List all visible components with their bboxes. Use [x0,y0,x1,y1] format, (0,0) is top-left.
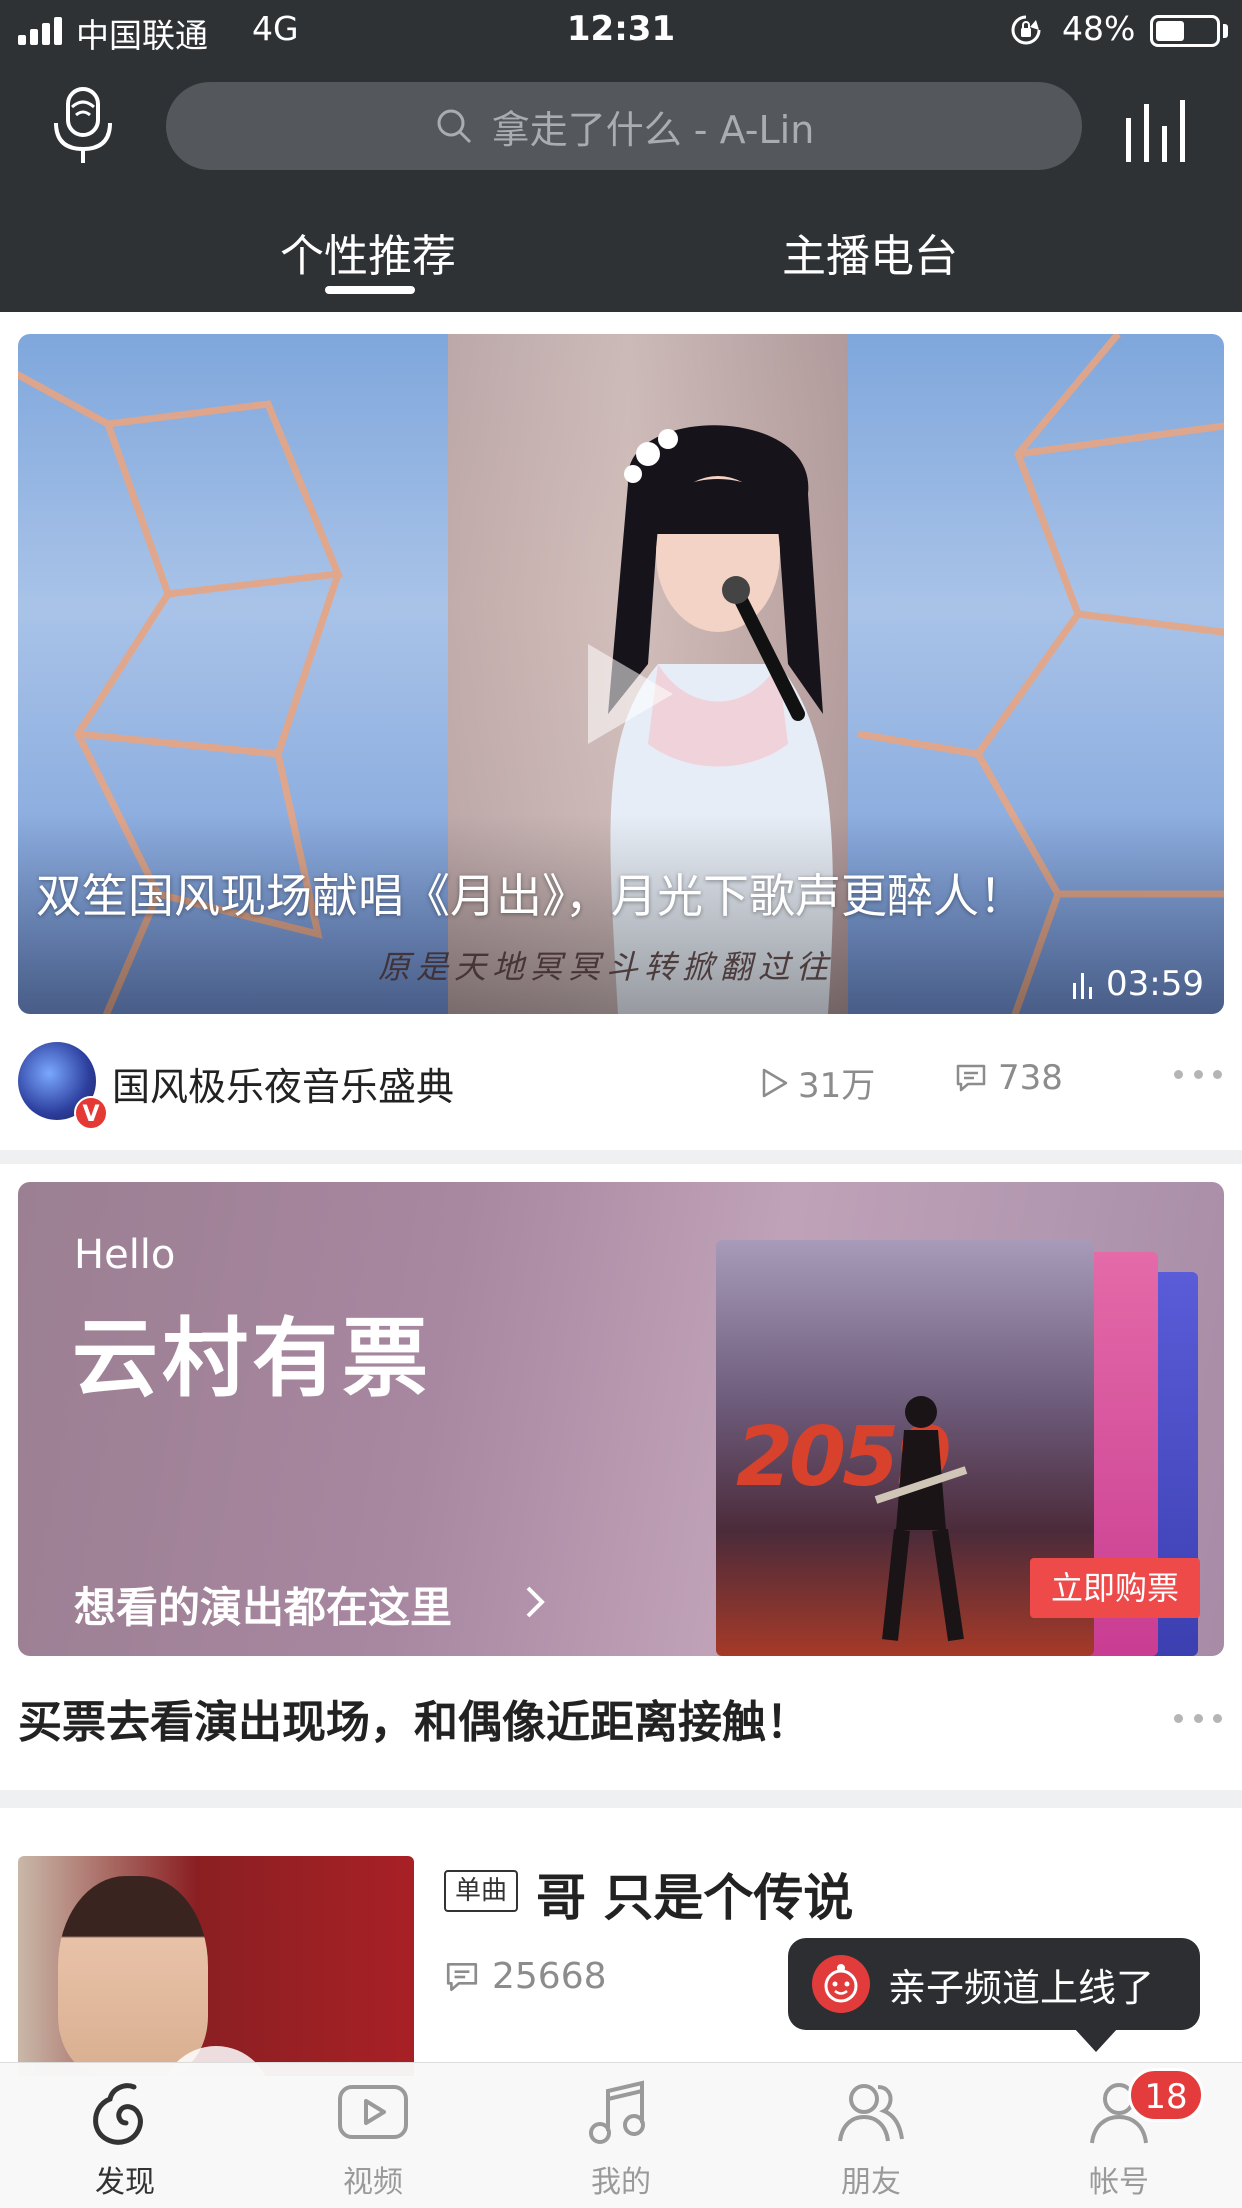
buy-ticket-button[interactable]: 立即购票 [1030,1558,1200,1618]
ticket-card: Hello 云村有票 想看的演出都在这里 2059 立即购票 买票去看演出现场，… [0,1164,1242,1790]
tabbar-label: 帐号 [1089,2165,1149,2200]
top-tabs: 个性推荐 主播电台 [0,212,1242,302]
microphone-icon[interactable] [50,85,116,167]
toast-text: 亲子频道上线了 [888,1965,1155,2010]
video-thumbnail[interactable]: 原是天地冥冥斗转掀翻过往 双笙国风现场献唱《月出》，月光下歌声更醉人！ 03:5… [18,334,1224,1014]
audio-bars-icon [1073,973,1093,999]
song-comment-count[interactable]: 25668 [444,1956,607,1997]
banner-cta[interactable]: 想看的演出都在这里 [74,1574,452,1635]
tabbar-label: 发现 [95,2165,155,2200]
song-title[interactable]: 哥 只是个传说 [536,1858,853,1930]
smile-face-icon [812,1955,870,2013]
account-notification-badge: 18 [1128,2068,1204,2122]
duration-text: 03:59 [1106,964,1204,1004]
tab-active-indicator [325,286,415,294]
toast-pointer [1074,2028,1118,2052]
play-count-icon [762,1068,788,1097]
tabbar-label: 朋友 [841,2165,901,2200]
app-header: 中国联通 4G 12:31 48% 拿走了什么 - A-Lin 个性推荐 主播电… [0,0,1242,312]
play-count-text: 31万 [798,1066,876,1106]
tabbar-mine[interactable]: 我的 [546,2073,696,2201]
comment-icon [956,1064,986,1092]
search-placeholder: 拿走了什么 - A-Lin [491,107,815,152]
tab-recommend[interactable]: 个性推荐 [280,220,456,284]
tabbar-video[interactable]: 视频 [298,2073,448,2201]
single-tag: 单曲 [444,1870,518,1912]
tab-dj-radio[interactable]: 主播电台 [782,220,958,284]
more-options-icon[interactable] [1174,1708,1222,1728]
video-play-icon [338,2085,408,2139]
song-comment-text: 25668 [492,1956,607,1997]
more-options-icon[interactable] [1174,1064,1222,1084]
video-subtitle: 原是天地冥冥斗转掀翻过往 [378,948,835,986]
battery-percent: 48% [1062,9,1136,48]
tabbar-discover[interactable]: 发现 [50,2073,200,2201]
video-meta-row: V 国风极乐夜音乐盛典 31万 738 [0,1034,1242,1134]
battery-icon [1150,15,1220,47]
ticket-caption[interactable]: 买票去看演出现场，和偶像近距离接触！ [18,1686,810,1750]
banner-hello: Hello [74,1232,176,1278]
music-note-icon [589,2080,645,2144]
banner-brand: 云村有票 [72,1309,432,1409]
tabbar-label: 视频 [343,2165,403,2200]
battery-tip [1223,24,1228,38]
rotation-lock-icon [1011,15,1041,45]
search-icon [437,109,471,144]
video-duration: 03:59 [1072,964,1204,1004]
kids-channel-toast[interactable]: 亲子频道上线了 [788,1938,1200,2030]
chevron-right-icon [526,1586,545,1618]
status-bar: 中国联通 4G 12:31 48% [0,0,1242,62]
video-title[interactable]: 双笙国风现场献唱《月出》，月光下歌声更醉人！ [36,864,1036,928]
comment-count[interactable]: 738 [954,1058,1063,1098]
album-cover[interactable] [18,1856,414,2076]
video-play-icon[interactable] [578,634,678,754]
verified-badge: V [74,1096,108,1130]
netease-music-icon [93,2083,143,2145]
comment-count-text: 738 [998,1058,1063,1098]
channel-name[interactable]: 国风极乐夜音乐盛典 [112,1056,454,1111]
search-bar[interactable]: 拿走了什么 - A-Lin [166,82,1082,170]
artist-photo [58,1876,208,2076]
tabbar-friends[interactable]: 朋友 [796,2073,946,2201]
ticket-banner[interactable]: Hello 云村有票 想看的演出都在这里 2059 立即购票 [18,1182,1224,1656]
bottom-tab-bar: 发现 视频 我的 朋友 帐号 [0,2062,1242,2208]
guitarist-figure [874,1396,968,1642]
battery-fill [1156,21,1184,41]
now-playing-bars-icon[interactable] [1120,96,1196,162]
play-count: 31万 [756,1058,875,1107]
tabbar-label: 我的 [591,2165,651,2200]
status-time: 12:31 [566,9,676,49]
friends-icon [838,2084,904,2142]
video-card: 原是天地冥冥斗转掀翻过往 双笙国风现场献唱《月出》，月光下歌声更醉人！ 03:5… [0,312,1242,1150]
comment-icon [446,1962,478,1991]
